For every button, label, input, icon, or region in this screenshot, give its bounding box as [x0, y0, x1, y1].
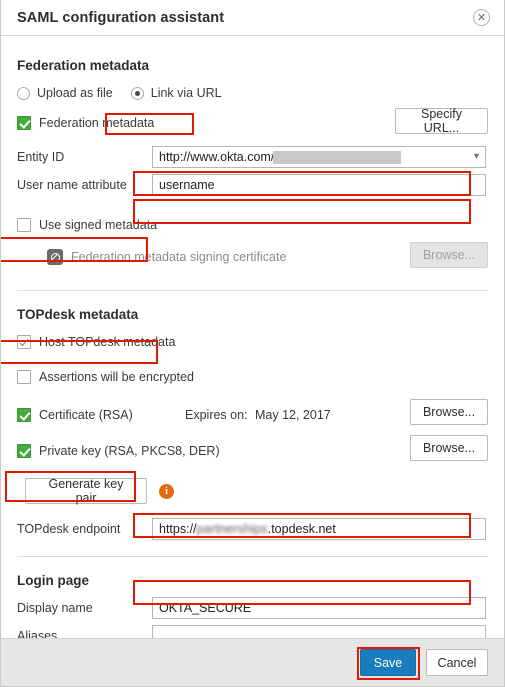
disabled-circle-slash-icon: [47, 249, 63, 265]
user-name-attribute-input[interactable]: username: [152, 174, 486, 196]
topdesk-endpoint-input[interactable]: https://partnerships .topdesk.net: [152, 518, 486, 540]
use-signed-metadata-row: Use signed metadata: [17, 214, 488, 236]
chevron-down-icon: ▾: [473, 151, 479, 162]
info-icon[interactable]: i: [159, 483, 174, 499]
saml-configuration-dialog: SAML configuration assistant ✕ Federatio…: [0, 0, 505, 687]
save-button[interactable]: Save: [360, 649, 416, 676]
private-key-row: Private key (RSA, PKCS8, DER) Browse...: [17, 435, 488, 462]
divider-topdesk-login: [17, 556, 488, 557]
dialog-body: Federation metadata Upload as file Link …: [1, 36, 504, 638]
topdesk-endpoint-prefix: https://: [159, 522, 197, 536]
topdesk-endpoint-label: TOPdesk endpoint: [17, 522, 121, 536]
certificate-browse-button[interactable]: Browse...: [410, 399, 488, 425]
checkbox-assertions-encrypted[interactable]: [17, 370, 31, 384]
topdesk-endpoint-row: TOPdesk endpoint https://partnerships .to…: [17, 518, 488, 540]
aliases-label: Aliases: [17, 629, 58, 638]
certificate-row: Certificate (RSA) Expires on: May 12, 20…: [17, 399, 488, 426]
signing-certificate-row: Federation metadata signing certificate …: [17, 242, 488, 268]
checkbox-use-signed-metadata-label: Use signed metadata: [39, 218, 158, 232]
private-key-label: Private key (RSA, PKCS8, DER): [39, 444, 220, 458]
generate-key-pair-button[interactable]: Generate key pair: [25, 477, 147, 505]
cancel-button[interactable]: Cancel: [426, 649, 488, 676]
radio-link-via-url-label: Link via URL: [150, 86, 222, 100]
topdesk-endpoint-suffix: .topdesk.net: [267, 522, 336, 536]
close-icon[interactable]: ✕: [473, 9, 490, 26]
host-topdesk-metadata-row: Host TOPdesk metadata: [17, 331, 488, 353]
entity-id-label: Entity ID: [17, 150, 65, 164]
aliases-input[interactable]: [152, 625, 486, 638]
topdesk-endpoint-blurred: partnerships: [196, 522, 268, 536]
generate-key-pair-row: Generate key pair i: [17, 477, 488, 505]
radio-link-via-url[interactable]: [130, 86, 144, 100]
aliases-row: Aliases: [17, 625, 488, 638]
assertions-encrypted-row: Assertions will be encrypted: [17, 366, 488, 388]
signing-certificate-label: Federation metadata signing certificate: [71, 250, 287, 264]
private-key-browse-button[interactable]: Browse...: [410, 435, 488, 461]
display-name-value: OKTA_SECURE: [159, 601, 252, 615]
checkbox-private-key[interactable]: [17, 444, 31, 458]
dialog-titlebar: SAML configuration assistant ✕: [1, 0, 504, 36]
entity-id-select[interactable]: http://www.okta.com/ ▾: [152, 146, 486, 168]
display-name-label: Display name: [17, 601, 93, 615]
federation-source-radio-group: Upload as file Link via URL: [17, 82, 488, 104]
section-title-topdesk-metadata: TOPdesk metadata: [17, 307, 139, 322]
display-name-input[interactable]: OKTA_SECURE: [152, 597, 486, 619]
certificate-label: Certificate (RSA): [39, 408, 133, 422]
radio-upload-as-file[interactable]: [17, 86, 30, 100]
entity-id-row: Entity ID http://www.okta.com/ ▾: [17, 146, 488, 168]
checkbox-federation-metadata-label: Federation metadata: [39, 116, 155, 130]
checkbox-host-topdesk-metadata-label: Host TOPdesk metadata: [39, 335, 176, 349]
section-title-federation-metadata: Federation metadata: [17, 58, 150, 73]
signing-certificate-browse-button: Browse...: [410, 242, 488, 268]
checkbox-use-signed-metadata[interactable]: [17, 218, 31, 232]
user-name-attribute-label: User name attribute: [17, 178, 127, 192]
user-name-attribute-value: username: [159, 178, 215, 192]
checkbox-certificate[interactable]: [17, 408, 31, 422]
checkbox-host-topdesk-metadata[interactable]: [17, 335, 31, 349]
radio-upload-as-file-label: Upload as file: [37, 86, 113, 100]
entity-id-redaction: [273, 150, 402, 164]
checkbox-federation-metadata[interactable]: [17, 116, 31, 130]
display-name-row: Display name OKTA_SECURE: [17, 597, 488, 619]
expires-on-value: May 12, 2017: [255, 408, 331, 422]
entity-id-value: http://www.okta.com/: [159, 150, 275, 164]
dialog-footer: Save Cancel: [1, 638, 504, 686]
checkbox-assertions-encrypted-label: Assertions will be encrypted: [39, 370, 194, 384]
user-name-attribute-row: User name attribute username: [17, 174, 488, 196]
federation-metadata-row: Federation metadata Specify URL...: [17, 107, 488, 135]
page-title: SAML configuration assistant: [17, 9, 225, 26]
divider-federation-topdesk: [17, 290, 488, 291]
expires-on-label: Expires on:: [185, 408, 248, 422]
section-title-login-page: Login page: [17, 573, 89, 588]
specify-url-button[interactable]: Specify URL...: [395, 107, 488, 135]
